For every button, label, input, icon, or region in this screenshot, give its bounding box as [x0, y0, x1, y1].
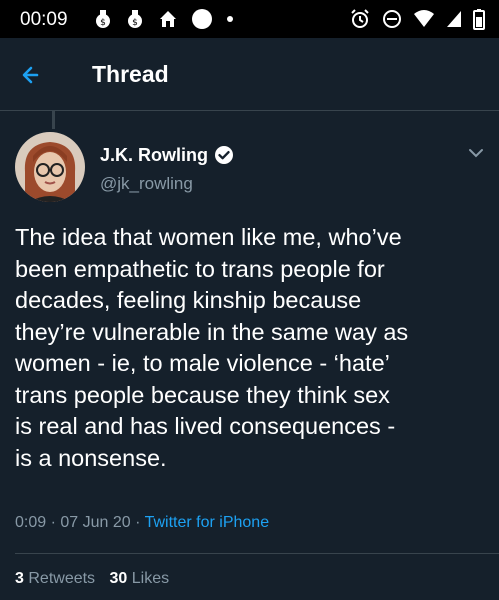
arrow-left-icon: [15, 66, 49, 94]
status-right-icons: [349, 8, 485, 35]
tweet-source-link[interactable]: Twitter for iPhone: [145, 514, 270, 531]
likes-stat[interactable]: 30 Likes: [110, 570, 170, 587]
divider: [15, 553, 499, 554]
thread-connector-line: [52, 111, 55, 129]
do-not-disturb-icon: [381, 8, 403, 35]
page-title: Thread: [92, 61, 169, 87]
back-button[interactable]: [15, 60, 49, 90]
signal-icon: [445, 9, 463, 34]
dot-icon: [225, 8, 235, 35]
retweets-label: Retweets: [28, 570, 96, 587]
meta-separator: ·: [135, 514, 141, 531]
tweet-stats: 3 Retweets 30 Likes: [15, 570, 179, 588]
status-time: 00:09: [20, 9, 68, 30]
battery-icon: [473, 8, 485, 35]
tweet-time: 0:09: [15, 514, 47, 531]
svg-text:$: $: [100, 18, 106, 28]
likes-label: Likes: [131, 570, 170, 587]
tweet-date: 07 Jun 20: [60, 514, 131, 531]
author-handle: @jk_rowling: [100, 174, 193, 193]
circle-icon: [191, 8, 213, 35]
alarm-icon: [349, 8, 371, 35]
tweet-text: The idea that women like me, who’ve been…: [15, 224, 409, 471]
avatar[interactable]: [15, 132, 85, 202]
tweet-meta: 0:09 · 07 Jun 20 · Twitter for iPhone: [15, 514, 269, 532]
retweets-stat[interactable]: 3 Retweets: [15, 570, 95, 587]
money-bag-icon: $: [93, 8, 113, 35]
author-name[interactable]: J.K. Rowling: [100, 145, 208, 166]
money-bag-icon: $: [125, 8, 145, 35]
verified-badge-icon: [213, 144, 235, 166]
svg-text:$: $: [132, 18, 138, 28]
meta-separator: ·: [50, 514, 56, 531]
chevron-down-icon[interactable]: [465, 145, 487, 161]
home-icon: [157, 8, 179, 35]
app-bar: Thread: [0, 38, 499, 111]
status-bar: 00:09 $ $: [0, 0, 499, 38]
wifi-icon: [413, 9, 435, 34]
likes-count: 30: [109, 570, 128, 587]
status-left-icons: $ $: [93, 8, 235, 35]
retweets-count: 3: [15, 570, 24, 587]
